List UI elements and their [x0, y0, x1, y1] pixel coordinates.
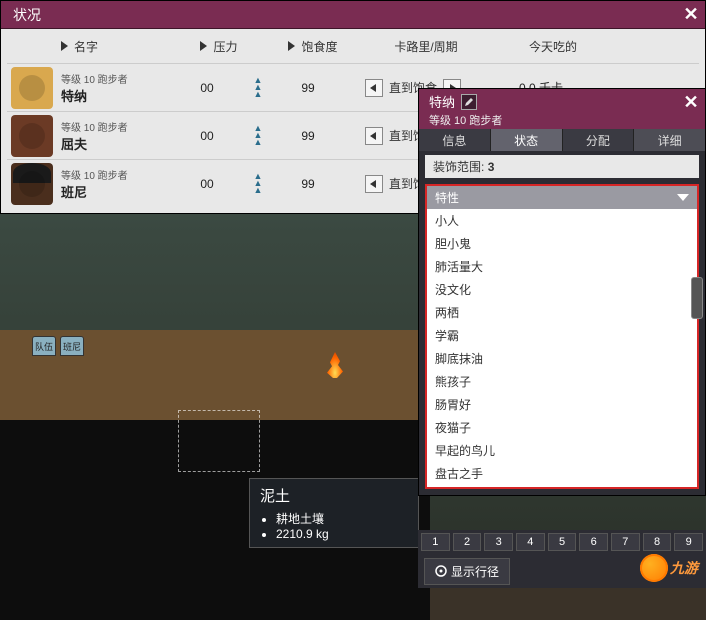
- trait-item: 夜猫子: [427, 416, 697, 439]
- traits-section: 特性 小人胆小鬼肺活量大没文化两栖学霸脚底抹油熊孩子肠胃好夜猫子早起的鸟儿盘古之…: [425, 184, 699, 489]
- inspect-close-button[interactable]: ✕: [681, 92, 701, 112]
- tab-detail[interactable]: 详细: [634, 129, 705, 151]
- inspect-name: 特纳: [429, 92, 455, 111]
- stress-value: 00: [169, 129, 245, 143]
- fullness-value: 99: [271, 129, 345, 143]
- tab-assign[interactable]: 分配: [563, 129, 635, 151]
- duplicant-portrait: [11, 115, 53, 157]
- tooltip-lines: 耕地土壤2210.9 kg: [260, 510, 408, 541]
- selection-marquee[interactable]: [178, 410, 260, 472]
- trait-item: 脚底抹油: [427, 347, 697, 370]
- tooltip-line: 耕地土壤: [276, 510, 408, 527]
- col-name[interactable]: 名字: [61, 38, 171, 55]
- duplicant-name-block: 等级 10 跑步者 班尼: [61, 167, 169, 201]
- status-close-button[interactable]: ✕: [681, 5, 701, 25]
- tooltip-line: 2210.9 kg: [276, 527, 408, 541]
- stress-value: 00: [169, 81, 245, 95]
- trait-item: 没文化: [427, 278, 697, 301]
- chevron-down-icon: [677, 194, 689, 201]
- tab-status[interactable]: 状态: [491, 129, 563, 151]
- scrollbar-thumb[interactable]: [691, 277, 703, 319]
- duplicant-portrait: [11, 67, 53, 109]
- trend-arrows-icon: ▲▲▲: [245, 173, 271, 194]
- pager-button[interactable]: 8: [643, 533, 672, 551]
- trait-item: 肠胃好: [427, 393, 697, 416]
- logo-icon: [640, 554, 668, 582]
- inspect-subtitle: 等级 10 跑步者: [429, 112, 681, 128]
- pager-button[interactable]: 3: [484, 533, 513, 551]
- trend-arrows-icon: ▲▲▲: [245, 125, 271, 146]
- cal-decrease-button[interactable]: [365, 175, 383, 193]
- world-markers: 队伍 班尼: [32, 336, 84, 356]
- duplicant-name-block: 等级 10 跑步者 屈夫: [61, 119, 169, 153]
- col-stress[interactable]: 压力: [171, 38, 267, 55]
- cal-decrease-button[interactable]: [365, 79, 383, 97]
- pager-button[interactable]: 7: [611, 533, 640, 551]
- trait-item: 早起的鸟儿: [427, 439, 697, 462]
- trait-item: 两栖: [427, 301, 697, 324]
- pager-button[interactable]: 9: [674, 533, 703, 551]
- trait-item: 盘古之手: [427, 462, 697, 485]
- stress-value: 00: [169, 177, 245, 191]
- trait-item: 胆小鬼: [427, 232, 697, 255]
- tooltip-title: 泥土: [260, 485, 408, 506]
- material-tooltip: 泥土 耕地土壤2210.9 kg: [249, 478, 419, 548]
- fullness-value: 99: [271, 177, 345, 191]
- traits-list: 小人胆小鬼肺活量大没文化两栖学霸脚底抹油熊孩子肠胃好夜猫子早起的鸟儿盘古之手免疫…: [427, 209, 697, 489]
- duplicant-pager: 123456789: [418, 530, 706, 554]
- status-titlebar: 状况 ✕: [1, 1, 705, 29]
- trait-item: 熊孩子: [427, 370, 697, 393]
- watermark-logo: 九游: [640, 554, 698, 582]
- target-icon: [435, 565, 447, 577]
- cal-decrease-button[interactable]: [365, 127, 383, 145]
- inspect-tabs: 信息 状态 分配 详细: [419, 129, 705, 151]
- inspect-titlebar: 特纳 等级 10 跑步者 ✕: [419, 89, 705, 129]
- status-header-row: 名字 压力 饱食度 卡路里/周期 今天吃的: [7, 29, 699, 63]
- col-fullness[interactable]: 饱食度: [267, 38, 359, 55]
- trait-item: 肺活量大: [427, 255, 697, 278]
- duplicant-name-block: 等级 10 跑步者 特纳: [61, 71, 169, 105]
- col-today[interactable]: 今天吃的: [493, 38, 613, 55]
- pager-button[interactable]: 1: [421, 533, 450, 551]
- edit-name-button[interactable]: [461, 94, 477, 110]
- trait-item: 学霸: [427, 324, 697, 347]
- fullness-value: 99: [271, 81, 345, 95]
- trait-item: 免疫力强: [427, 485, 697, 489]
- sort-icon: [200, 41, 207, 51]
- pager-button[interactable]: 5: [548, 533, 577, 551]
- trend-arrows-icon: ▲▲▲: [245, 77, 271, 98]
- tab-info[interactable]: 信息: [419, 129, 491, 151]
- marker-b[interactable]: 班尼: [60, 336, 84, 356]
- sort-icon: [288, 41, 295, 51]
- marker-a[interactable]: 队伍: [32, 336, 56, 356]
- duplicant-portrait: [11, 163, 53, 205]
- decor-row: 装饰范围: 3: [425, 155, 699, 178]
- trait-item: 小人: [427, 209, 697, 232]
- pager-button[interactable]: 2: [453, 533, 482, 551]
- pager-button[interactable]: 6: [579, 533, 608, 551]
- col-calories[interactable]: 卡路里/周期: [359, 38, 493, 55]
- logo-text: 九游: [670, 558, 698, 578]
- traits-header[interactable]: 特性: [427, 186, 697, 209]
- status-title: 状况: [13, 5, 41, 25]
- pager-button[interactable]: 4: [516, 533, 545, 551]
- show-path-button[interactable]: 显示行径: [424, 558, 510, 585]
- inspect-panel: 特纳 等级 10 跑步者 ✕ 信息 状态 分配 详细 装饰范围: 3 特性 小人…: [418, 88, 706, 496]
- sort-icon: [61, 41, 68, 51]
